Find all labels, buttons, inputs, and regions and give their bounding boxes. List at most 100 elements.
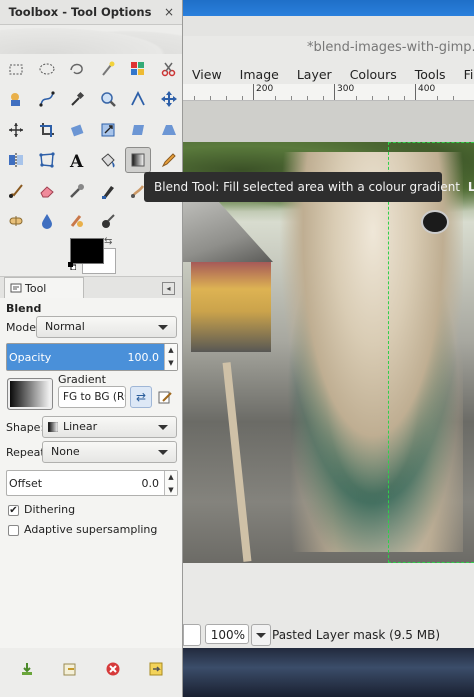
flip-tool-button[interactable]: [3, 147, 29, 173]
foreground-color-swatch[interactable]: [70, 238, 104, 264]
gradient-label: Gradient: [58, 373, 106, 386]
svg-text:A: A: [69, 152, 84, 169]
pencil-icon: [161, 153, 176, 168]
chevron-down-icon: [158, 325, 168, 330]
image-menubar: View Image Layer Colours Tools Filters W…: [183, 64, 474, 84]
text-tool-button[interactable]: A: [64, 147, 90, 173]
shape-label: Shape:: [6, 421, 45, 434]
swap-colors-icon[interactable]: ⇆: [104, 236, 112, 247]
zoom-field[interactable]: 100%: [205, 624, 249, 644]
ruler-label-400: 400: [415, 84, 435, 100]
foreground-select-icon: [11, 93, 20, 107]
perspective-tool-button[interactable]: [156, 117, 182, 143]
image-canvas[interactable]: [183, 101, 474, 563]
crop-tool-button[interactable]: [34, 117, 60, 143]
save-options-icon[interactable]: [19, 661, 35, 677]
adaptive-supersampling-checkbox[interactable]: [8, 525, 19, 536]
zoom-dropdown-button[interactable]: [251, 624, 271, 646]
tab-menu-icon[interactable]: ◂: [162, 282, 175, 295]
menu-colours[interactable]: Colours: [341, 64, 406, 84]
image-window-title: *blend-images-with-gimp.xcf-3: [307, 40, 474, 55]
blend-tool-button[interactable]: [125, 147, 151, 174]
reverse-gradient-button[interactable]: ⇄: [130, 386, 152, 408]
airbrush-tool-button[interactable]: [64, 178, 90, 204]
restore-options-icon[interactable]: [62, 661, 78, 677]
menu-filters[interactable]: Filters: [455, 64, 474, 84]
tool-options-tabbar: Tool Options ◂: [0, 276, 182, 316]
menu-image[interactable]: Image: [231, 64, 288, 84]
dithering-checkbox[interactable]: ✔: [8, 505, 19, 516]
heal-tool-button[interactable]: [3, 208, 29, 234]
scale-tool-button[interactable]: [95, 117, 121, 143]
smudge-tool-button[interactable]: [64, 208, 90, 234]
gradient-name-field[interactable]: FG to BG (RGB): [58, 386, 126, 408]
edit-gradient-icon[interactable]: [157, 389, 173, 405]
reset-options-icon[interactable]: [148, 661, 164, 677]
toolbox-titlebar[interactable]: Toolbox - Tool Options ×: [0, 0, 182, 25]
offset-spin-buttons[interactable]: ▲ ▼: [164, 471, 177, 495]
shape-dropdown[interactable]: Linear: [42, 416, 177, 438]
bucket-fill-tool-button[interactable]: [95, 147, 121, 173]
move-tool-button[interactable]: [156, 86, 182, 112]
unit-dropdown[interactable]: [183, 624, 201, 646]
free-select-tool-button[interactable]: [64, 56, 90, 82]
align-tool-button[interactable]: [3, 117, 29, 143]
wilber-drop-area: [0, 24, 182, 54]
color-picker-tool-button[interactable]: [64, 86, 90, 112]
heal-icon: [9, 216, 23, 226]
opacity-spin-buttons[interactable]: ▲ ▼: [164, 344, 177, 370]
measure-tool-button[interactable]: [125, 86, 151, 112]
adaptive-supersampling-label: Adaptive supersampling: [24, 523, 158, 536]
image-window: *blend-images-with-gimp.xcf-3 View Image…: [183, 0, 474, 697]
tool-options-icon: [10, 283, 22, 293]
mode-label: Mode:: [6, 321, 40, 334]
dithering-label: Dithering: [24, 503, 76, 516]
ink-icon: [101, 185, 114, 199]
airbrush-icon: [70, 183, 84, 198]
select-by-color-tool-button[interactable]: [125, 56, 151, 82]
gradient-preview-button[interactable]: [7, 378, 53, 410]
zoom-icon: [100, 92, 116, 108]
delete-options-icon[interactable]: [105, 661, 121, 677]
menu-view[interactable]: View: [183, 64, 231, 84]
menu-tools[interactable]: Tools: [406, 64, 455, 84]
cage-transform-tool-button[interactable]: [34, 147, 60, 173]
select-by-color-icon: [131, 62, 144, 75]
background-window-content: [183, 648, 474, 697]
scissors-select-tool-button[interactable]: [156, 56, 182, 82]
foreground-select-tool-button[interactable]: [3, 86, 29, 112]
opacity-slider[interactable]: Opacity 100.0 ▲ ▼: [6, 343, 178, 371]
offset-slider[interactable]: Offset 0.0 ▲ ▼: [6, 470, 178, 496]
close-icon[interactable]: ×: [163, 6, 175, 18]
zoom-tool-button[interactable]: [95, 86, 121, 112]
rect-select-tool-button[interactable]: [3, 56, 29, 82]
rotate-tool-button[interactable]: [64, 117, 90, 143]
dodge-burn-icon: [101, 214, 115, 228]
opacity-label: Opacity: [9, 351, 52, 364]
dodge-burn-tool-button[interactable]: [95, 208, 121, 234]
repeat-dropdown[interactable]: None: [42, 441, 177, 463]
fuzzy-select-tool-button[interactable]: [95, 56, 121, 82]
tab-tool-options[interactable]: Tool Options: [4, 277, 84, 316]
tool-options-actions: [0, 657, 182, 683]
shear-tool-button[interactable]: [125, 117, 151, 143]
eraser-tool-button[interactable]: [34, 178, 60, 204]
offset-label: Offset: [9, 477, 43, 490]
move-icon: [160, 91, 177, 108]
paths-tool-button[interactable]: [34, 86, 60, 112]
paintbrush-tool-button[interactable]: [3, 178, 29, 204]
pencil-tool-button[interactable]: [156, 147, 182, 173]
mode-dropdown[interactable]: Normal: [36, 316, 177, 338]
opacity-value: 100.0: [127, 351, 160, 364]
tool-options-panel: Blend Mode: Normal Opacity 100.0 ▲ ▼ Grad…: [0, 298, 182, 648]
menu-layer[interactable]: Layer: [288, 64, 341, 84]
scale-icon: [101, 123, 114, 137]
ink-tool-button[interactable]: [95, 178, 121, 204]
blend-tool-tooltip: Blend Tool: Fill selected area with a co…: [144, 172, 474, 202]
blur-tool-button[interactable]: [34, 208, 60, 234]
paintbrush-icon: [9, 183, 23, 198]
horizontal-ruler[interactable]: 200 300 400: [183, 84, 474, 101]
status-message: Pasted Layer mask (9.5 MB): [272, 628, 440, 642]
ellipse-select-tool-button[interactable]: [34, 56, 60, 82]
default-colors-icon[interactable]: [68, 262, 76, 270]
